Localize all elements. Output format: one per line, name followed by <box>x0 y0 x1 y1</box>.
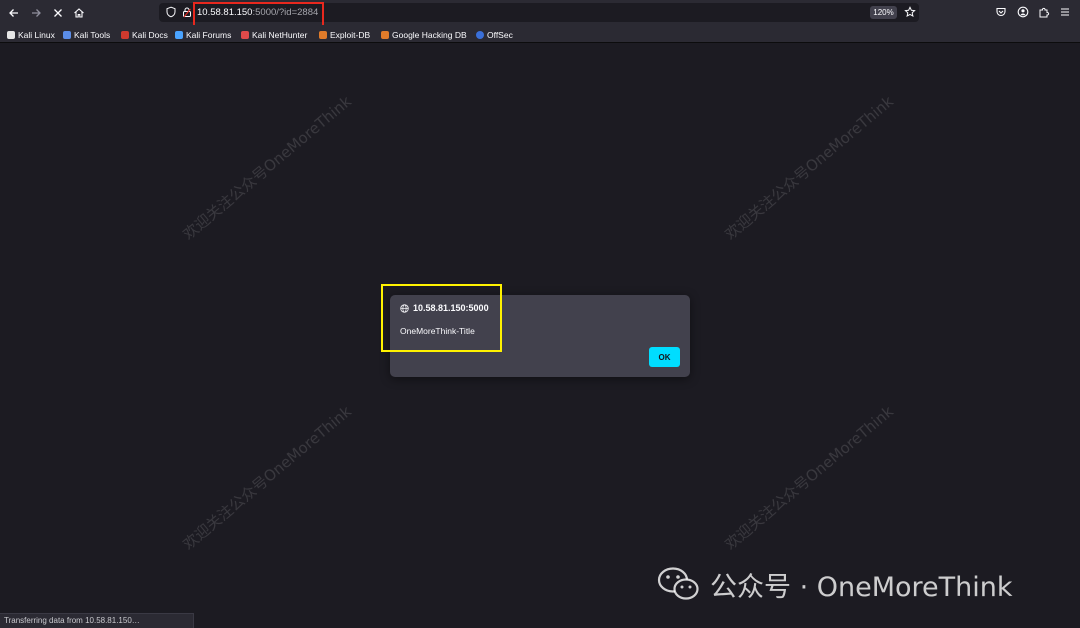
home-button[interactable] <box>69 3 89 23</box>
bookmark-label: OffSec <box>487 29 513 40</box>
bookmark-label: Kali Forums <box>186 29 232 40</box>
forward-button[interactable] <box>26 3 46 23</box>
brand-text: 公众号 · OneMoreThink <box>710 571 1013 603</box>
watermark-text: 欢迎关注公众号OneMoreThink <box>179 92 355 244</box>
kali-forums-icon <box>175 30 183 39</box>
bookmark-label: Google Hacking DB <box>392 29 467 40</box>
alert-dialog: 10.58.81.150:5000 OneMoreThink-Title OK <box>390 295 690 377</box>
offsec-icon <box>476 30 484 39</box>
bookmark-exploit-db[interactable]: Exploit-DB <box>319 28 370 41</box>
wechat-icon <box>657 567 699 600</box>
nethunter-icon <box>241 30 249 39</box>
bookmark-kali-nethunter[interactable]: Kali NetHunter <box>241 28 307 41</box>
kali-docs-icon <box>121 30 129 39</box>
ok-button[interactable]: OK <box>649 347 680 367</box>
arrow-left-icon <box>9 9 18 17</box>
kali-dragon-icon <box>7 30 15 39</box>
arrow-right-icon <box>32 9 41 17</box>
ghdb-icon <box>381 30 389 39</box>
pocket-icon[interactable] <box>995 6 1007 18</box>
bookmark-google-hacking-db[interactable]: Google Hacking DB <box>381 28 467 41</box>
watermark-text: 欢迎关注公众号OneMoreThink <box>179 402 355 554</box>
shield-icon[interactable] <box>165 6 177 18</box>
bookmark-label: Exploit-DB <box>330 29 371 40</box>
hamburger-menu-icon[interactable] <box>1059 6 1071 18</box>
close-icon <box>54 9 62 17</box>
dialog-origin: 10.58.81.150:5000 <box>400 303 489 313</box>
zoom-level-button[interactable]: 120% <box>870 6 897 19</box>
account-icon[interactable] <box>1017 6 1029 18</box>
home-icon <box>74 8 84 18</box>
status-bar: Transferring data from 10.58.81.150… <box>0 613 194 628</box>
exploit-db-icon <box>319 30 327 39</box>
dialog-origin-text: 10.58.81.150:5000 <box>413 303 489 313</box>
watermark-text: 欢迎关注公众号OneMoreThink <box>721 92 897 244</box>
dialog-message: OneMoreThink-Title <box>400 326 475 336</box>
bookmark-label: Kali Linux <box>18 29 55 40</box>
star-icon[interactable] <box>904 6 916 18</box>
brand-watermark: 公众号 · OneMoreThink <box>656 564 1013 604</box>
browser-toolbar: 10.58.81.150:5000/?id=2884 120% <box>0 0 1080 25</box>
bookmarks-bar: Kali Linux Kali Tools Kali Docs Kali For… <box>0 25 1080 43</box>
url-text[interactable]: 10.58.81.150:5000/?id=2884 <box>197 5 318 20</box>
bookmark-kali-linux[interactable]: Kali Linux <box>7 28 55 41</box>
kali-tools-icon <box>63 30 71 39</box>
watermark-text: 欢迎关注公众号OneMoreThink <box>721 402 897 554</box>
bookmark-label: Kali NetHunter <box>252 29 308 40</box>
bookmark-label: Kali Tools <box>74 29 111 40</box>
bookmark-label: Kali Docs <box>132 29 168 40</box>
bookmark-kali-docs[interactable]: Kali Docs <box>121 28 168 41</box>
url-bar[interactable]: 10.58.81.150:5000/?id=2884 120% <box>159 3 919 22</box>
bookmark-offsec[interactable]: OffSec <box>476 28 513 41</box>
back-button[interactable] <box>4 3 24 23</box>
url-host: 10.58.81.150 <box>197 7 253 18</box>
globe-icon <box>400 303 409 313</box>
extensions-icon[interactable] <box>1038 6 1050 18</box>
lock-icon[interactable] <box>181 6 193 18</box>
url-path: :5000/?id=2884 <box>252 7 319 18</box>
bookmark-kali-tools[interactable]: Kali Tools <box>63 28 110 41</box>
stop-button[interactable] <box>48 3 68 23</box>
bookmark-kali-forums[interactable]: Kali Forums <box>175 28 231 41</box>
